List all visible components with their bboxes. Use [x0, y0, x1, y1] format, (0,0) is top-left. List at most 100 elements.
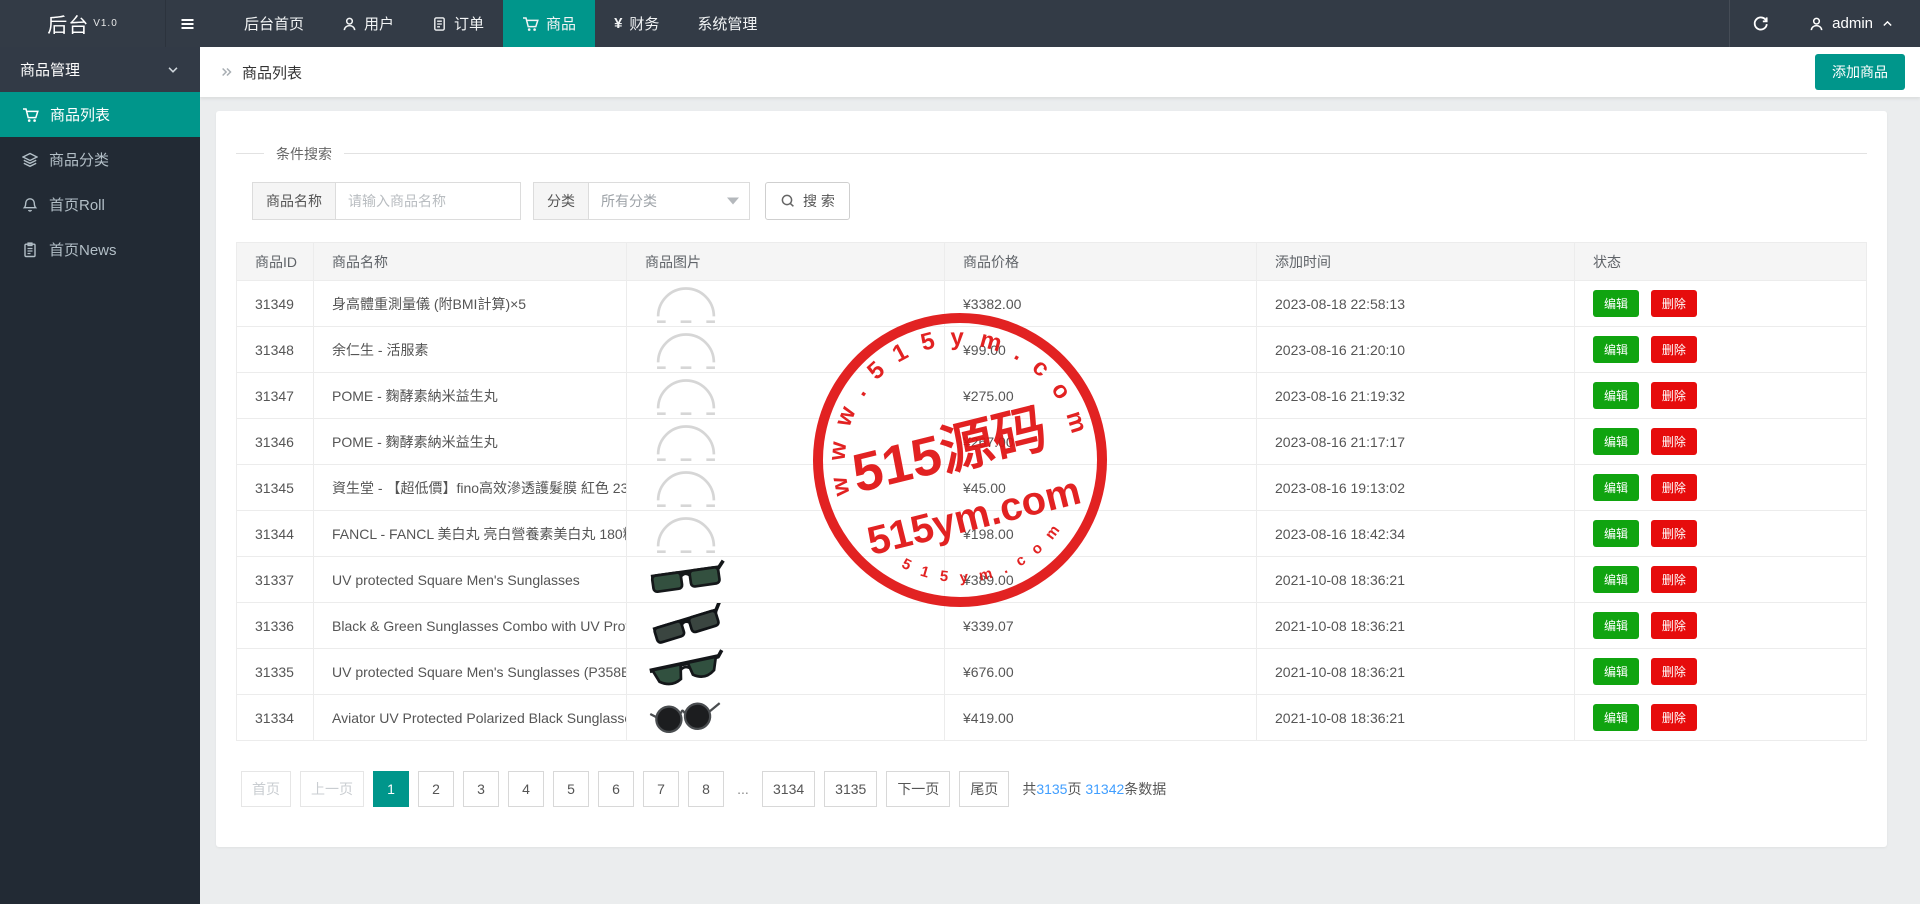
sidebar-item-home-roll[interactable]: 首页Roll [0, 182, 200, 227]
header-product-image: 商品图片 [627, 243, 945, 281]
page-button[interactable]: 8 [688, 771, 724, 807]
summary-prefix: 共 [1022, 781, 1036, 797]
product-price: ¥267.00 [945, 419, 1257, 465]
nav-tab-system[interactable]: 系统管理 [678, 0, 776, 47]
sidebar-toggle-button[interactable] [165, 0, 209, 47]
page-button[interactable]: 尾页 [959, 771, 1009, 807]
edit-button[interactable]: 编辑 [1593, 704, 1639, 731]
page-button: 上一页 [300, 771, 364, 807]
pagination-summary: 共3135页 31342条数据 [1022, 779, 1166, 799]
cart-icon [522, 16, 539, 32]
status-cell: 编辑 删除 [1575, 327, 1867, 373]
status-cell: 编辑 删除 [1575, 465, 1867, 511]
page-button[interactable]: 2 [418, 771, 454, 807]
category-select[interactable]: 所有分类 [588, 182, 750, 220]
edit-button[interactable]: 编辑 [1593, 474, 1639, 501]
product-price: ¥45.00 [945, 465, 1257, 511]
edit-button[interactable]: 编辑 [1593, 336, 1639, 363]
page-button[interactable]: 3134 [762, 771, 815, 807]
add-product-button[interactable]: 添加商品 [1815, 54, 1905, 90]
sidebar-group-products[interactable]: 商品管理 [0, 47, 200, 92]
nav-tab-users[interactable]: 用户 [323, 0, 413, 47]
product-price: ¥339.07 [945, 603, 1257, 649]
edit-button[interactable]: 编辑 [1593, 290, 1639, 317]
page-button[interactable]: 4 [508, 771, 544, 807]
delete-button[interactable]: 删除 [1651, 704, 1697, 731]
delete-button[interactable]: 删除 [1651, 336, 1697, 363]
product-image-cell [627, 695, 945, 741]
delete-button[interactable]: 删除 [1651, 428, 1697, 455]
page-button[interactable]: 3135 [824, 771, 877, 807]
delete-button[interactable]: 删除 [1651, 612, 1697, 639]
page-button: 首页 [241, 771, 291, 807]
top-navbar: 后台 V1.0 后台首页 用户 [0, 0, 1920, 47]
sidebar-item-product-list[interactable]: 商品列表 [0, 92, 200, 137]
page-button[interactable]: 7 [643, 771, 679, 807]
product-name: POME - 麴酵素納米益生丸 [314, 419, 627, 465]
product-name-group: 商品名称 [252, 182, 521, 220]
edit-button[interactable]: 编辑 [1593, 382, 1639, 409]
product-add-time: 2021-10-08 18:36:21 [1257, 557, 1575, 603]
page-button[interactable]: 下一页 [886, 771, 950, 807]
page-button[interactable]: 5 [553, 771, 589, 807]
sidebar-item-product-category[interactable]: 商品分类 [0, 137, 200, 182]
person-icon [342, 16, 357, 32]
nav-tab-label: 财务 [629, 13, 659, 34]
user-menu[interactable]: admin [1791, 0, 1920, 47]
delete-button[interactable]: 删除 [1651, 474, 1697, 501]
nav-tab-products[interactable]: 商品 [503, 0, 595, 47]
table-row: 31335 UV protected Square Men's Sunglass… [237, 649, 1867, 695]
product-id: 31336 [237, 603, 314, 649]
search-button[interactable]: 搜 索 [765, 182, 850, 220]
product-price: ¥389.00 [945, 557, 1257, 603]
page-button[interactable]: 6 [598, 771, 634, 807]
refresh-button[interactable] [1729, 0, 1791, 47]
edit-button[interactable]: 编辑 [1593, 612, 1639, 639]
nav-tab-orders[interactable]: 订单 [413, 0, 503, 47]
product-image [645, 327, 727, 372]
edit-button[interactable]: 编辑 [1593, 658, 1639, 685]
product-image-cell [627, 603, 945, 649]
page-ellipsis: ... [733, 771, 753, 807]
edit-button[interactable]: 编辑 [1593, 566, 1639, 593]
nav-tab-home[interactable]: 后台首页 [225, 0, 323, 47]
sidebar-item-home-news[interactable]: 首页News [0, 227, 200, 272]
table-row: 31344 FANCL - FANCL 美白丸 亮白營養素美白丸 180粒 (.… [237, 511, 1867, 557]
hamburger-icon [179, 16, 196, 32]
delete-button[interactable]: 删除 [1651, 520, 1697, 547]
product-id: 31337 [237, 557, 314, 603]
product-image [645, 419, 727, 464]
product-price: ¥3382.00 [945, 281, 1257, 327]
summary-records-unit: 条数据 [1124, 781, 1166, 797]
nav-tab-finance[interactable]: ¥ 财务 [595, 0, 678, 47]
edit-button[interactable]: 编辑 [1593, 520, 1639, 547]
yen-icon: ¥ [614, 15, 622, 32]
page-button[interactable]: 3 [463, 771, 499, 807]
product-image [645, 511, 727, 556]
delete-button[interactable]: 删除 [1651, 382, 1697, 409]
breadcrumb-bar: 商品列表 添加商品 [200, 47, 1920, 97]
page-button[interactable]: 1 [373, 771, 409, 807]
product-id: 31346 [237, 419, 314, 465]
layers-icon [22, 152, 38, 168]
delete-button[interactable]: 删除 [1651, 658, 1697, 685]
table-row: 31336 Black & Green Sunglasses Combo wit… [237, 603, 1867, 649]
product-name-input[interactable] [335, 182, 521, 220]
breadcrumb: 商品列表 [220, 62, 302, 83]
app-logo[interactable]: 后台 V1.0 [0, 0, 165, 47]
product-add-time: 2023-08-16 21:20:10 [1257, 327, 1575, 373]
edit-button[interactable]: 编辑 [1593, 428, 1639, 455]
product-name: Aviator UV Protected Polarized Black Sun… [314, 695, 627, 741]
product-add-time: 2021-10-08 18:36:21 [1257, 695, 1575, 741]
product-image-cell [627, 373, 945, 419]
delete-button[interactable]: 删除 [1651, 290, 1697, 317]
nav-tab-label: 订单 [454, 13, 484, 34]
product-image-cell [627, 327, 945, 373]
product-add-time: 2023-08-16 21:17:17 [1257, 419, 1575, 465]
category-selected-value: 所有分类 [601, 191, 657, 211]
nav-tab-label: 后台首页 [244, 13, 304, 34]
caret-down-icon [727, 198, 739, 205]
status-cell: 编辑 删除 [1575, 373, 1867, 419]
delete-button[interactable]: 删除 [1651, 566, 1697, 593]
table-row: 31346 POME - 麴酵素納米益生丸 ¥267.00 2023-08-16… [237, 419, 1867, 465]
